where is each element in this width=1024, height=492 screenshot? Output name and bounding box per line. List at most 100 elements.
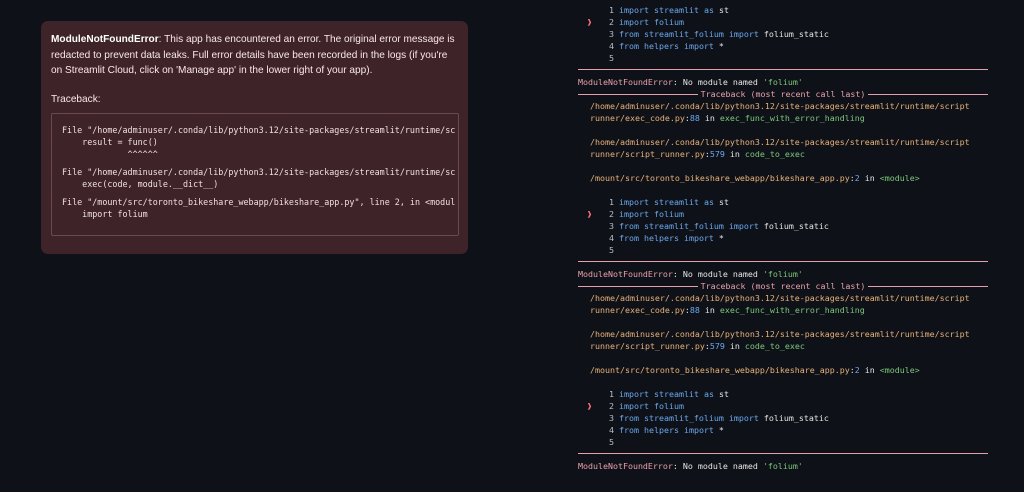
code-module: folium	[653, 401, 684, 411]
code-keyword: as	[703, 389, 714, 399]
code-module: helpers	[643, 233, 679, 243]
traceback-line: import folium	[62, 208, 148, 219]
frame-location: runner/script_runner.py:579 in code_to_e…	[576, 340, 1024, 352]
traceback-line: File "/home/adminuser/.conda/lib/python3…	[62, 166, 456, 177]
frame-file: runner/script_runner.py	[590, 341, 705, 351]
error-module: 'folium'	[762, 269, 803, 279]
code-keyword: from	[619, 221, 639, 231]
line-number: 1	[609, 5, 614, 15]
line-number: 3	[609, 29, 614, 39]
frame-location: runner/exec_code.py:88 in exec_func_with…	[576, 112, 1024, 124]
traceback-header: Traceback (most recent call last)	[576, 88, 988, 100]
code-keyword: import	[683, 233, 714, 243]
error-summary: ModuleNotFoundError: No module named 'fo…	[576, 460, 1024, 472]
code-text: *	[713, 41, 724, 51]
frame-line-number: 579	[709, 149, 725, 159]
code-text: st	[713, 389, 729, 399]
code-line: 1 import streamlit as st	[576, 388, 1024, 400]
code-keyword: import	[619, 5, 649, 15]
traceback-title: Traceback (most recent call last)	[700, 89, 866, 99]
frame-file: /mount/src/toronto_bikeshare_webapp/bike…	[590, 173, 850, 183]
traceback-line: exec(code, module.__dict__)	[62, 178, 219, 189]
code-line: ❱ 2 import folium	[576, 208, 1024, 220]
frame-path: /home/adminuser/.conda/lib/python3.12/si…	[590, 329, 970, 339]
code-keyword: import	[619, 401, 649, 411]
frame-function: exec_func_with_error_handling	[719, 113, 865, 123]
code-module: streamlit_folium	[643, 29, 724, 39]
line-number: 1	[609, 197, 614, 207]
frame-function: code_to_exec	[744, 341, 805, 351]
frame-file: /mount/src/toronto_bikeshare_webapp/bike…	[590, 365, 850, 375]
traceback-rule	[868, 285, 988, 287]
frame-path: /home/adminuser/.conda/lib/python3.12/si…	[590, 101, 970, 111]
frame-function: <module>	[879, 365, 920, 375]
code-keyword: import	[728, 29, 759, 39]
traceback-rule	[868, 93, 988, 95]
frame-location: runner/exec_code.py:88 in exec_func_with…	[576, 304, 1024, 316]
code-keyword: import	[683, 425, 714, 435]
code-module: helpers	[643, 41, 679, 51]
code-keyword: from	[619, 41, 639, 51]
terminal-output: 1 import streamlit as st ❱ 2 import folium…	[576, 4, 1024, 472]
frame-in: in	[724, 149, 745, 159]
code-line: ❱ 2 import folium	[576, 16, 1024, 28]
frame-line-number: 579	[709, 341, 725, 351]
code-text: folium_static	[758, 413, 829, 423]
traceback-rule	[578, 93, 698, 95]
code-module: folium	[653, 17, 684, 27]
error-summary: ModuleNotFoundError: No module named 'fo…	[576, 76, 1024, 88]
code-keyword: from	[619, 233, 639, 243]
traceback-line: File "/home/adminuser/.conda/lib/python3…	[62, 124, 456, 135]
code-keyword: import	[619, 197, 649, 207]
separator-rule	[578, 261, 988, 262]
app-root: ModuleNotFoundError: This app has encoun…	[0, 0, 1024, 492]
traceback-header: Traceback (most recent call last)	[576, 280, 988, 292]
line-number: 2	[609, 17, 614, 27]
code-text: *	[713, 425, 724, 435]
code-module: streamlit	[653, 389, 699, 399]
frame-function: <module>	[879, 173, 920, 183]
traceback-line: result = func()	[62, 136, 158, 147]
code-keyword: import	[728, 221, 759, 231]
code-line: 4 from helpers import *	[576, 40, 1024, 52]
line-number: 4	[609, 425, 614, 435]
code-keyword: as	[703, 5, 714, 15]
error-text: : No module named	[672, 269, 763, 279]
code-keyword: as	[703, 197, 714, 207]
code-keyword: import	[619, 17, 649, 27]
frame-file: runner/script_runner.py	[590, 149, 705, 159]
frame-file: runner/exec_code.py	[590, 305, 685, 315]
frame-line-number: 88	[689, 113, 700, 123]
error-module: 'folium'	[762, 461, 803, 471]
error-arrow-icon: ❱	[587, 401, 592, 411]
code-text: *	[713, 233, 724, 243]
code-module: folium	[653, 209, 684, 219]
error-text: : No module named	[672, 77, 763, 87]
frame-path: /home/adminuser/.conda/lib/python3.12/si…	[590, 293, 970, 303]
code-module: streamlit	[653, 197, 699, 207]
error-name: ModuleNotFoundError	[578, 269, 673, 279]
traceback-box[interactable]: File "/home/adminuser/.conda/lib/python3…	[51, 112, 459, 236]
code-module: streamlit	[653, 5, 699, 15]
error-title: ModuleNotFoundError	[51, 34, 159, 45]
line-number: 2	[609, 401, 614, 411]
line-number: 1	[609, 389, 614, 399]
code-keyword: import	[728, 413, 759, 423]
code-keyword: from	[619, 413, 639, 423]
frame-location: /mount/src/toronto_bikeshare_webapp/bike…	[576, 172, 1024, 184]
error-arrow-icon: ❱	[587, 209, 592, 219]
traceback-line: File "/mount/src/toronto_bikeshare_webap…	[62, 196, 456, 207]
separator-rule	[578, 453, 988, 454]
code-line: ❱ 2 import folium	[576, 400, 1024, 412]
code-text: st	[713, 197, 729, 207]
error-card: ModuleNotFoundError: This app has encoun…	[41, 21, 468, 254]
traceback-title: Traceback (most recent call last)	[700, 281, 866, 291]
code-keyword: from	[619, 29, 639, 39]
code-line: 3 from streamlit_folium import folium_st…	[576, 28, 1024, 40]
code-line: 4 from helpers import *	[576, 424, 1024, 436]
line-number: 5	[609, 245, 614, 255]
